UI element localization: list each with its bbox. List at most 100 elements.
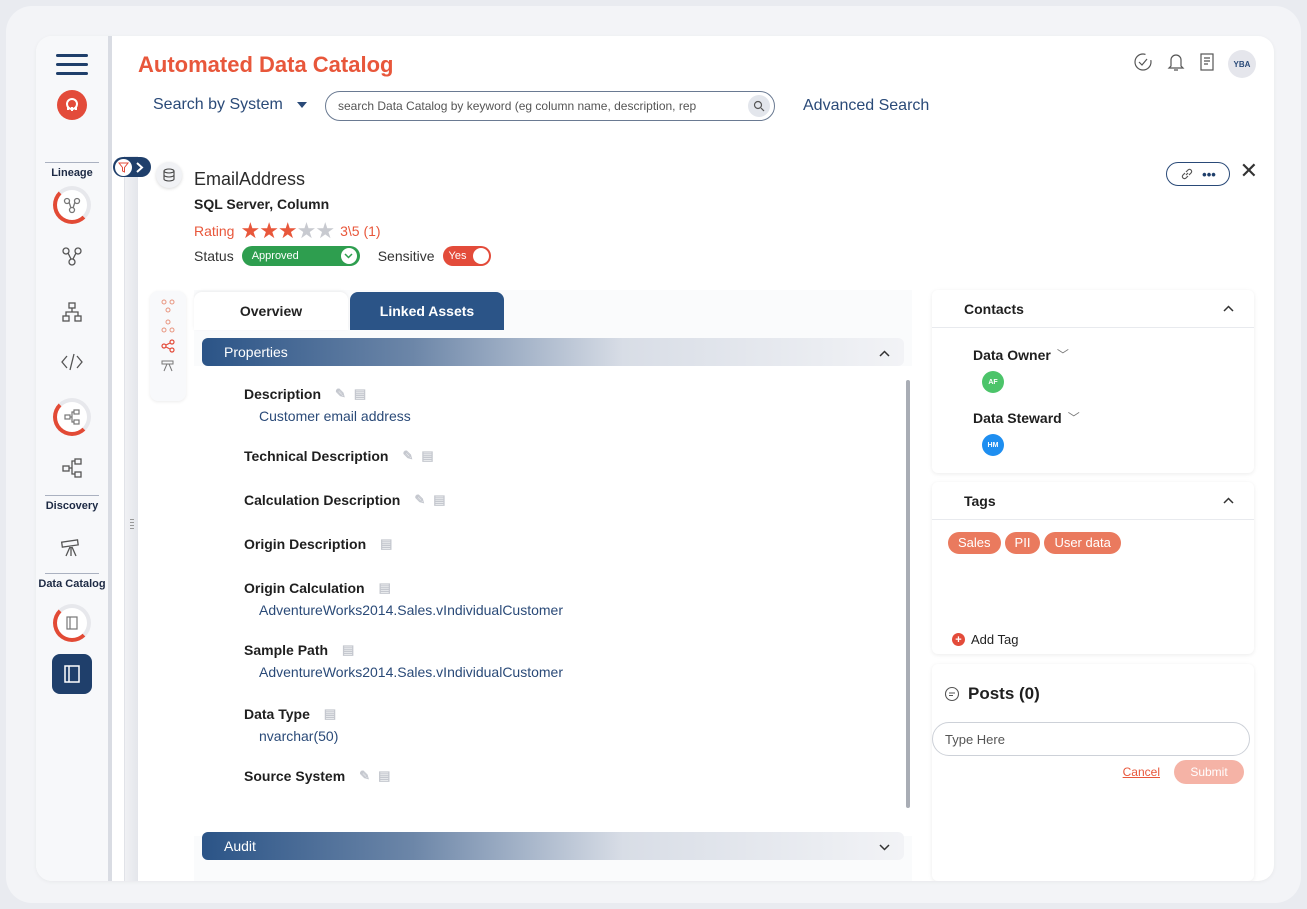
edit-icon[interactable]: ✎ xyxy=(359,768,370,784)
tag-list: Sales PII User data xyxy=(932,520,1254,554)
search-icon[interactable] xyxy=(748,95,770,117)
copy-icon[interactable]: ▤ xyxy=(342,642,354,658)
audit-section-header[interactable]: Audit xyxy=(202,832,904,860)
tag-chip[interactable]: User data xyxy=(1044,532,1121,554)
sensitive-label: Sensitive xyxy=(377,248,435,264)
flow-ring-icon[interactable] xyxy=(53,398,91,436)
copy-icon[interactable]: ▤ xyxy=(324,706,336,722)
plus-icon: + xyxy=(952,633,965,646)
sensitive-toggle[interactable]: Yes xyxy=(442,246,491,266)
property-origin-calculation: Origin Calculation ▤ AdventureWorks2014.… xyxy=(244,580,563,618)
audit-title: Audit xyxy=(224,838,256,854)
system-select[interactable]: Search by System xyxy=(153,96,307,114)
chevron-up-icon xyxy=(879,344,890,360)
tab-overview[interactable]: Overview xyxy=(194,292,348,330)
search-input[interactable] xyxy=(338,99,748,113)
tag-chip[interactable]: PII xyxy=(1004,532,1041,554)
hamburger-menu-icon[interactable] xyxy=(56,54,88,76)
add-tag-button[interactable]: + Add Tag xyxy=(952,632,1018,647)
lineage-mini-icon[interactable] xyxy=(161,299,175,313)
rating-text: 3\5 (1) xyxy=(340,223,381,239)
telescope-icon[interactable] xyxy=(58,533,86,561)
property-label: Data Type xyxy=(244,706,310,722)
data-steward-label: Data Steward xyxy=(973,409,1062,426)
copy-icon[interactable]: ▤ xyxy=(433,492,445,508)
document-icon[interactable] xyxy=(1198,51,1216,78)
rail-section-lineage: Lineage xyxy=(36,162,108,179)
chevron-down-icon: ﹀ xyxy=(1056,348,1069,362)
copy-icon[interactable]: ▤ xyxy=(379,580,391,596)
property-description: Description ✎ ▤ Customer email address xyxy=(244,386,411,424)
chevron-down-icon xyxy=(340,248,357,264)
contacts-header[interactable]: Contacts xyxy=(932,290,1254,328)
properties-section-header[interactable]: Properties xyxy=(202,338,904,366)
catalog-ring-icon[interactable] xyxy=(53,604,91,642)
status-value: Approved xyxy=(251,250,299,262)
submit-button[interactable]: Submit xyxy=(1174,760,1244,784)
property-technical-description: Technical Description ✎ ▤ xyxy=(244,448,434,464)
user-avatar[interactable]: YBA xyxy=(1228,50,1256,78)
tab-linked-assets[interactable]: Linked Assets xyxy=(350,292,504,330)
more-icon: ••• xyxy=(1202,166,1216,182)
app-window: Lineage Discovery Data Catalog Automated… xyxy=(36,36,1274,881)
data-steward-toggle[interactable]: Data Steward ﹀ xyxy=(932,409,1254,426)
posts-header: Posts (0) xyxy=(932,664,1254,704)
copy-icon[interactable]: ▤ xyxy=(421,448,433,464)
edit-icon[interactable]: ✎ xyxy=(335,386,346,402)
asset-actions-button[interactable]: ••• xyxy=(1166,162,1230,186)
rail-section-data-catalog: Data Catalog xyxy=(36,573,108,590)
data-steward-avatar[interactable]: HM xyxy=(982,434,1004,456)
search-field xyxy=(325,91,775,121)
flow-diagram-icon[interactable] xyxy=(58,454,86,482)
bell-icon[interactable] xyxy=(1166,51,1186,78)
cancel-link[interactable]: Cancel xyxy=(1123,765,1160,779)
left-rail: Lineage Discovery Data Catalog xyxy=(36,36,108,881)
data-owner-avatar[interactable]: AF xyxy=(982,371,1004,393)
advanced-search-link[interactable]: Advanced Search xyxy=(803,97,929,115)
catalog-book-icon[interactable] xyxy=(52,654,92,694)
properties-title: Properties xyxy=(224,344,288,360)
property-origin-description: Origin Description ▤ xyxy=(244,536,392,552)
close-icon[interactable]: ✕ xyxy=(1240,158,1258,184)
property-source-system: Source System ✎ ▤ xyxy=(244,768,390,784)
data-owner-toggle[interactable]: Data Owner ﹀ xyxy=(932,346,1254,363)
post-input[interactable] xyxy=(932,722,1250,756)
status-dropdown[interactable]: Approved xyxy=(241,246,360,266)
asset-mini-toolbar xyxy=(150,291,186,401)
filter-icon xyxy=(115,158,132,176)
share-mini-icon[interactable] xyxy=(161,339,175,353)
app-logo[interactable] xyxy=(57,90,87,120)
top-toolbar: YBA xyxy=(1132,50,1256,78)
property-label: Technical Description xyxy=(244,448,389,464)
lineage-graph-icon[interactable] xyxy=(58,242,86,270)
lineage-ring-icon[interactable] xyxy=(53,186,91,224)
hierarchy-icon[interactable] xyxy=(58,298,86,326)
copy-icon[interactable]: ▤ xyxy=(354,386,366,402)
edit-icon[interactable]: ✎ xyxy=(402,448,413,464)
tag-chip[interactable]: Sales xyxy=(948,532,1001,554)
rating-stars[interactable]: ★★★★★ xyxy=(240,218,335,244)
filter-toggle[interactable] xyxy=(113,157,151,177)
hierarchy-mini-icon[interactable] xyxy=(161,319,175,333)
contacts-title: Contacts xyxy=(964,300,1024,317)
code-tools-icon[interactable] xyxy=(58,348,86,376)
property-value: AdventureWorks2014.Sales.vIndividualCust… xyxy=(259,602,564,618)
chevron-up-icon xyxy=(1223,497,1234,504)
telescope-mini-icon[interactable] xyxy=(161,359,175,373)
copy-icon[interactable]: ▤ xyxy=(380,536,392,552)
property-label: Description xyxy=(244,386,322,402)
properties-scrollbar[interactable] xyxy=(906,380,910,808)
tags-card: Tags Sales PII User data + Add Tag xyxy=(932,482,1254,654)
properties-body: Description ✎ ▤ Customer email address Te… xyxy=(194,366,912,836)
edit-icon[interactable]: ✎ xyxy=(414,492,425,508)
tags-header[interactable]: Tags xyxy=(932,482,1254,520)
history-check-icon[interactable] xyxy=(1132,51,1154,78)
chevron-up-icon xyxy=(1223,305,1234,312)
property-sample-path: Sample Path ▤ AdventureWorks2014.Sales.v… xyxy=(244,642,563,680)
copy-icon[interactable]: ▤ xyxy=(378,768,390,784)
resize-handle[interactable] xyxy=(130,519,134,531)
status-row: Status Approved Sensitive Yes xyxy=(194,246,491,266)
property-label: Source System xyxy=(244,768,346,784)
rating-row: Rating ★★★★★ 3\5 (1) xyxy=(194,218,381,244)
property-value: nvarchar(50) xyxy=(259,728,339,744)
